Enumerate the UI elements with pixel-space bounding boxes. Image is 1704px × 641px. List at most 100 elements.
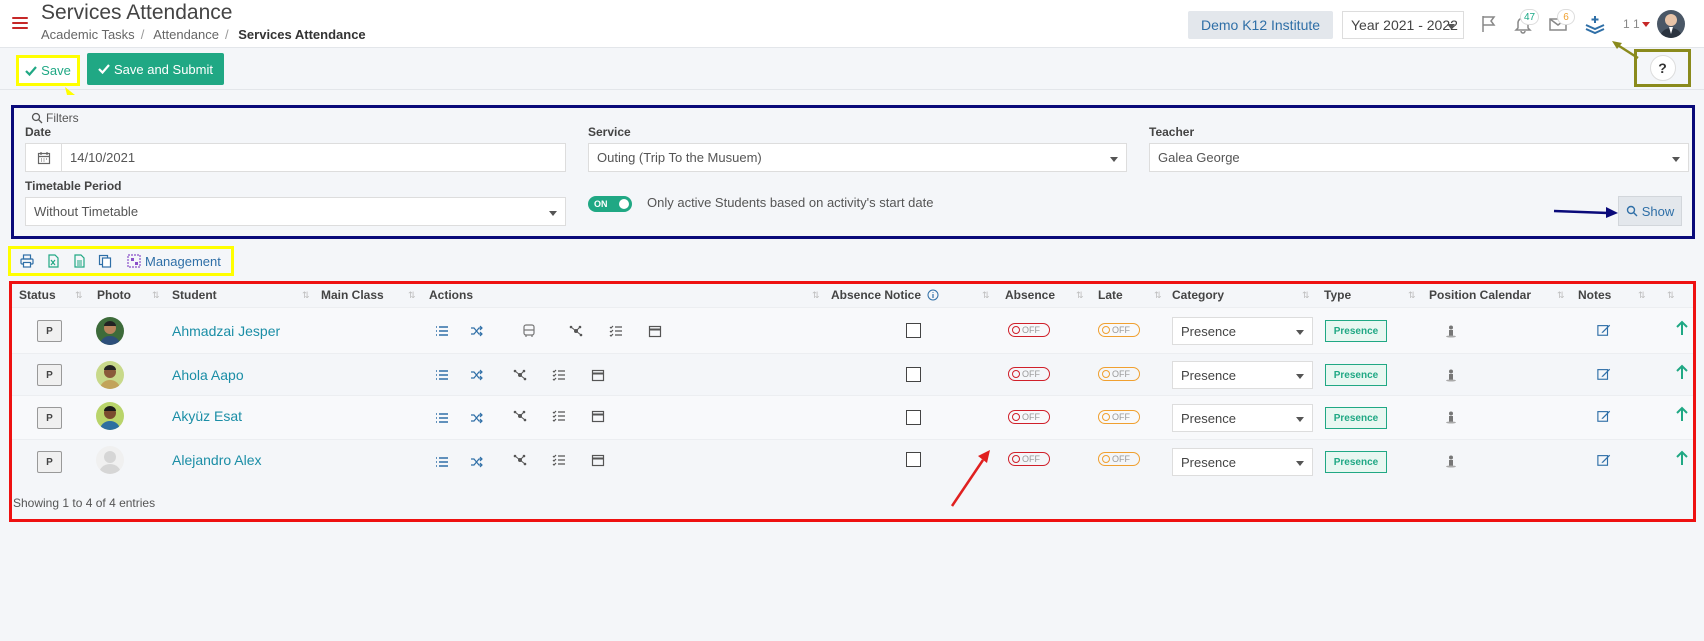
year-select[interactable]: Year 2021 - 2022 — [1342, 11, 1464, 39]
student-name-link[interactable]: Alejandro Alex — [172, 452, 262, 468]
calendar-icon[interactable] — [648, 324, 662, 338]
list-icon[interactable] — [435, 455, 449, 469]
status-badge[interactable]: P — [37, 364, 62, 386]
checklist-icon[interactable] — [552, 409, 566, 423]
absence-toggle[interactable]: OFF — [1008, 452, 1050, 466]
shuffle-icon[interactable] — [470, 455, 484, 469]
breadcrumb-academic-tasks[interactable]: Academic Tasks — [41, 27, 135, 42]
late-toggle[interactable]: OFF — [1098, 367, 1140, 381]
status-badge[interactable]: P — [37, 451, 62, 473]
shuffle-icon[interactable] — [470, 411, 484, 425]
edit-note-icon[interactable] — [1597, 367, 1611, 381]
active-students-toggle[interactable]: ON — [588, 196, 632, 212]
column-header-photo[interactable]: Photo — [97, 284, 131, 306]
late-toggle[interactable]: OFF — [1098, 410, 1140, 424]
category-select[interactable]: Presence — [1172, 404, 1313, 432]
edit-note-icon[interactable] — [1597, 323, 1611, 337]
category-select[interactable]: Presence — [1172, 448, 1313, 476]
absence-toggle[interactable]: OFF — [1008, 410, 1050, 424]
late-toggle[interactable]: OFF — [1098, 452, 1140, 466]
calendar-icon[interactable] — [591, 368, 605, 382]
checklist-icon[interactable] — [552, 368, 566, 382]
person-pin-icon[interactable] — [1444, 454, 1458, 468]
print-icon[interactable] — [19, 253, 35, 269]
column-header-absence[interactable]: Absence — [1005, 284, 1055, 306]
person-pin-icon[interactable] — [1444, 368, 1458, 382]
timetable-period-select[interactable]: Without Timetable — [25, 197, 566, 226]
column-header-notes[interactable]: Notes — [1578, 284, 1611, 306]
notifications-badge: 47 — [1520, 9, 1540, 25]
person-pin-icon[interactable] — [1444, 324, 1458, 338]
copy-icon[interactable] — [97, 253, 113, 269]
save-and-submit-button[interactable]: Save and Submit — [87, 53, 224, 85]
edit-note-icon[interactable] — [1597, 453, 1611, 467]
excel-export-icon[interactable] — [45, 253, 61, 269]
calendar-icon[interactable] — [591, 453, 605, 467]
column-header-position-calendar[interactable]: Position Calendar — [1429, 284, 1531, 306]
teacher-select[interactable]: Galea George — [1149, 143, 1689, 172]
checklist-icon[interactable] — [552, 453, 566, 467]
shuffle-icon[interactable] — [470, 368, 484, 382]
column-header-status[interactable]: Status — [19, 284, 56, 306]
timetable-period-label: Timetable Period — [25, 179, 122, 193]
institute-button[interactable]: Demo K12 Institute — [1188, 11, 1333, 39]
arrow-up-icon[interactable] — [1675, 320, 1689, 335]
bus-icon[interactable] — [522, 324, 536, 338]
nodes-icon[interactable] — [513, 409, 527, 423]
status-badge[interactable]: P — [37, 407, 62, 429]
management-button[interactable]: Management — [127, 254, 221, 269]
column-header-student[interactable]: Student — [172, 284, 217, 306]
layers-add-icon[interactable] — [1584, 13, 1606, 35]
column-header-late[interactable]: Late — [1098, 284, 1123, 306]
list-icon[interactable] — [435, 368, 449, 382]
help-button[interactable]: ? — [1649, 55, 1676, 81]
absence-toggle[interactable]: OFF — [1008, 323, 1050, 337]
save-button[interactable]: Save — [16, 55, 80, 86]
column-header-category[interactable]: Category — [1172, 284, 1224, 306]
checklist-icon[interactable] — [609, 324, 623, 338]
list-icon[interactable] — [435, 324, 449, 338]
arrow-up-icon[interactable] — [1675, 364, 1689, 379]
student-name-link[interactable]: Ahmadzai Jesper — [172, 323, 280, 339]
column-header-main-class[interactable]: Main Class — [321, 284, 384, 306]
nodes-icon[interactable] — [569, 324, 583, 338]
hamburger-menu-icon[interactable] — [12, 17, 28, 31]
absence-notice-checkbox[interactable] — [906, 452, 921, 467]
edit-note-icon[interactable] — [1597, 409, 1611, 423]
date-field[interactable]: 14/10/2021 — [25, 143, 566, 172]
shuffle-icon[interactable] — [470, 324, 484, 338]
chevron-down-icon — [1296, 374, 1304, 379]
breadcrumb-attendance[interactable]: Attendance — [153, 27, 219, 42]
absence-notice-checkbox[interactable] — [906, 323, 921, 338]
nodes-icon[interactable] — [513, 368, 527, 382]
top-header: Services Attendance Academic Tasks / Atte… — [0, 0, 1704, 48]
calendar-icon[interactable] — [591, 409, 605, 423]
late-toggle[interactable]: OFF — [1098, 323, 1140, 337]
column-header-absence-notice[interactable]: Absence Notice — [831, 284, 939, 306]
user-menu-chevron-icon[interactable] — [1642, 22, 1650, 27]
list-icon[interactable] — [435, 411, 449, 425]
calendar-icon[interactable] — [26, 144, 62, 171]
category-select[interactable]: Presence — [1172, 361, 1313, 389]
arrow-up-icon[interactable] — [1675, 450, 1689, 465]
csv-export-icon[interactable] — [71, 253, 87, 269]
status-badge[interactable]: P — [37, 320, 62, 342]
info-icon[interactable] — [927, 289, 939, 301]
student-name-link[interactable]: Ahola Aapo — [172, 367, 244, 383]
user-avatar[interactable] — [1657, 10, 1685, 38]
category-select[interactable]: Presence — [1172, 317, 1313, 345]
flag-icon[interactable] — [1478, 13, 1500, 35]
search-icon — [1626, 205, 1638, 217]
absence-notice-checkbox[interactable] — [906, 410, 921, 425]
absence-toggle[interactable]: OFF — [1008, 367, 1050, 381]
show-button[interactable]: Show — [1618, 196, 1682, 226]
table-entries-info: Showing 1 to 4 of 4 entries — [13, 496, 156, 510]
nodes-icon[interactable] — [513, 453, 527, 467]
column-header-type[interactable]: Type — [1324, 284, 1351, 306]
service-select[interactable]: Outing (Trip To the Musuem) — [588, 143, 1127, 172]
arrow-up-icon[interactable] — [1675, 406, 1689, 421]
absence-notice-checkbox[interactable] — [906, 367, 921, 382]
student-name-link[interactable]: Akyüz Esat — [172, 408, 242, 424]
person-pin-icon[interactable] — [1444, 410, 1458, 424]
teacher-label: Teacher — [1149, 125, 1195, 139]
